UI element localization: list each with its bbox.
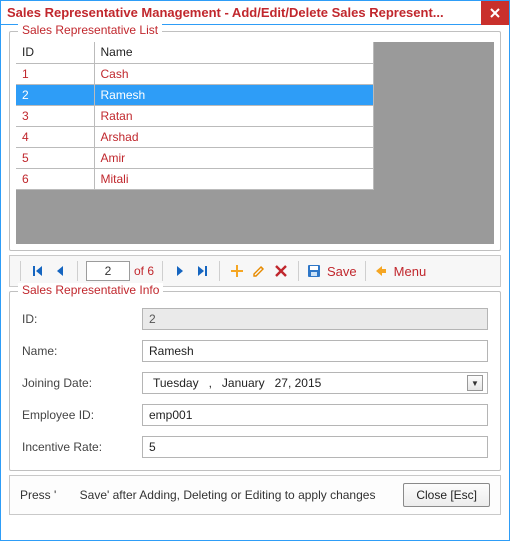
cell-id[interactable]: 6 [16, 168, 94, 189]
plus-icon [230, 264, 244, 278]
row-joining: Joining Date: Tuesday , January 27, 2015… [22, 372, 488, 394]
separator [219, 261, 220, 281]
cell-name[interactable]: Mitali [94, 168, 374, 189]
edit-button[interactable] [250, 260, 268, 282]
footer-hint: Press ' Save' after Adding, Deleting or … [20, 488, 375, 502]
table-row[interactable]: 2 Ramesh [16, 84, 374, 105]
window-body: Sales Representative List ID Name 1 Cash [1, 25, 509, 540]
window-title: Sales Representative Management - Add/Ed… [7, 5, 481, 20]
joining-date-value: Tuesday , January 27, 2015 [153, 376, 321, 390]
window-frame: Sales Representative Management - Add/Ed… [0, 0, 510, 541]
col-header-id[interactable]: ID [16, 42, 94, 63]
first-icon [32, 265, 44, 277]
x-icon [275, 265, 287, 277]
cell-id[interactable]: 4 [16, 126, 94, 147]
footer-bar: Press ' Save' after Adding, Deleting or … [9, 475, 501, 515]
label-joining: Joining Date: [22, 376, 142, 390]
separator [20, 261, 21, 281]
row-rate: Incentive Rate: [22, 436, 488, 458]
table-header-row: ID Name [16, 42, 374, 63]
pencil-icon [252, 264, 266, 278]
calendar-dropdown-button[interactable]: ▼ [467, 375, 483, 391]
cell-name[interactable]: Ratan [94, 105, 374, 126]
row-name: Name: [22, 340, 488, 362]
table-row[interactable]: 3 Ratan [16, 105, 374, 126]
chevron-down-icon: ▼ [471, 379, 479, 388]
info-group-legend: Sales Representative Info [18, 283, 163, 297]
table-row[interactable]: 1 Cash [16, 63, 374, 84]
titlebar[interactable]: Sales Representative Management - Add/Ed… [1, 1, 509, 25]
label-name: Name: [22, 344, 142, 358]
cell-name[interactable]: Cash [94, 63, 374, 84]
cell-name[interactable]: Ramesh [94, 84, 374, 105]
col-header-name[interactable]: Name [94, 42, 374, 63]
prev-icon [55, 265, 65, 277]
back-arrow-icon [374, 264, 388, 278]
sales-rep-list-group: Sales Representative List ID Name 1 Cash [9, 31, 501, 251]
cell-id[interactable]: 1 [16, 63, 94, 84]
save-label: Save [327, 264, 357, 279]
close-icon [490, 8, 500, 18]
sales-rep-table[interactable]: ID Name 1 Cash 2 Ramesh [16, 42, 374, 190]
row-id: ID: [22, 308, 488, 330]
delete-button[interactable] [272, 260, 290, 282]
cell-name[interactable]: Arshad [94, 126, 374, 147]
nav-last-button[interactable] [193, 260, 211, 282]
table-row[interactable]: 6 Mitali [16, 168, 374, 189]
cell-id[interactable]: 3 [16, 105, 94, 126]
close-button[interactable]: Close [Esc] [403, 483, 490, 507]
separator [298, 261, 299, 281]
list-group-legend: Sales Representative List [18, 23, 162, 37]
id-field [142, 308, 488, 330]
last-icon [196, 265, 208, 277]
nav-first-button[interactable] [29, 260, 47, 282]
separator [162, 261, 163, 281]
next-icon [175, 265, 185, 277]
joining-date-picker[interactable]: Tuesday , January 27, 2015 ▼ [142, 372, 488, 394]
name-field[interactable] [142, 340, 488, 362]
nav-prev-button[interactable] [51, 260, 69, 282]
nav-next-button[interactable] [171, 260, 189, 282]
cell-id[interactable]: 5 [16, 147, 94, 168]
menu-button[interactable]: Menu [374, 260, 427, 282]
row-emp: Employee ID: [22, 404, 488, 426]
cell-name[interactable]: Amir [94, 147, 374, 168]
sales-rep-info-group: Sales Representative Info ID: Name: Join… [9, 291, 501, 471]
label-emp: Employee ID: [22, 408, 142, 422]
add-button[interactable] [228, 260, 246, 282]
employee-id-field[interactable] [142, 404, 488, 426]
cell-id[interactable]: 2 [16, 84, 94, 105]
label-id: ID: [22, 312, 142, 326]
separator [77, 261, 78, 281]
label-rate: Incentive Rate: [22, 440, 142, 454]
save-button[interactable]: Save [307, 260, 357, 282]
window-close-button[interactable] [481, 1, 509, 25]
menu-label: Menu [394, 264, 427, 279]
separator [365, 261, 366, 281]
table-row[interactable]: 4 Arshad [16, 126, 374, 147]
disk-icon [307, 264, 321, 278]
nav-position-input[interactable] [86, 261, 130, 281]
incentive-rate-field[interactable] [142, 436, 488, 458]
table-row[interactable]: 5 Amir [16, 147, 374, 168]
grid-container[interactable]: ID Name 1 Cash 2 Ramesh [16, 42, 494, 244]
nav-total-label: of 6 [134, 264, 154, 278]
